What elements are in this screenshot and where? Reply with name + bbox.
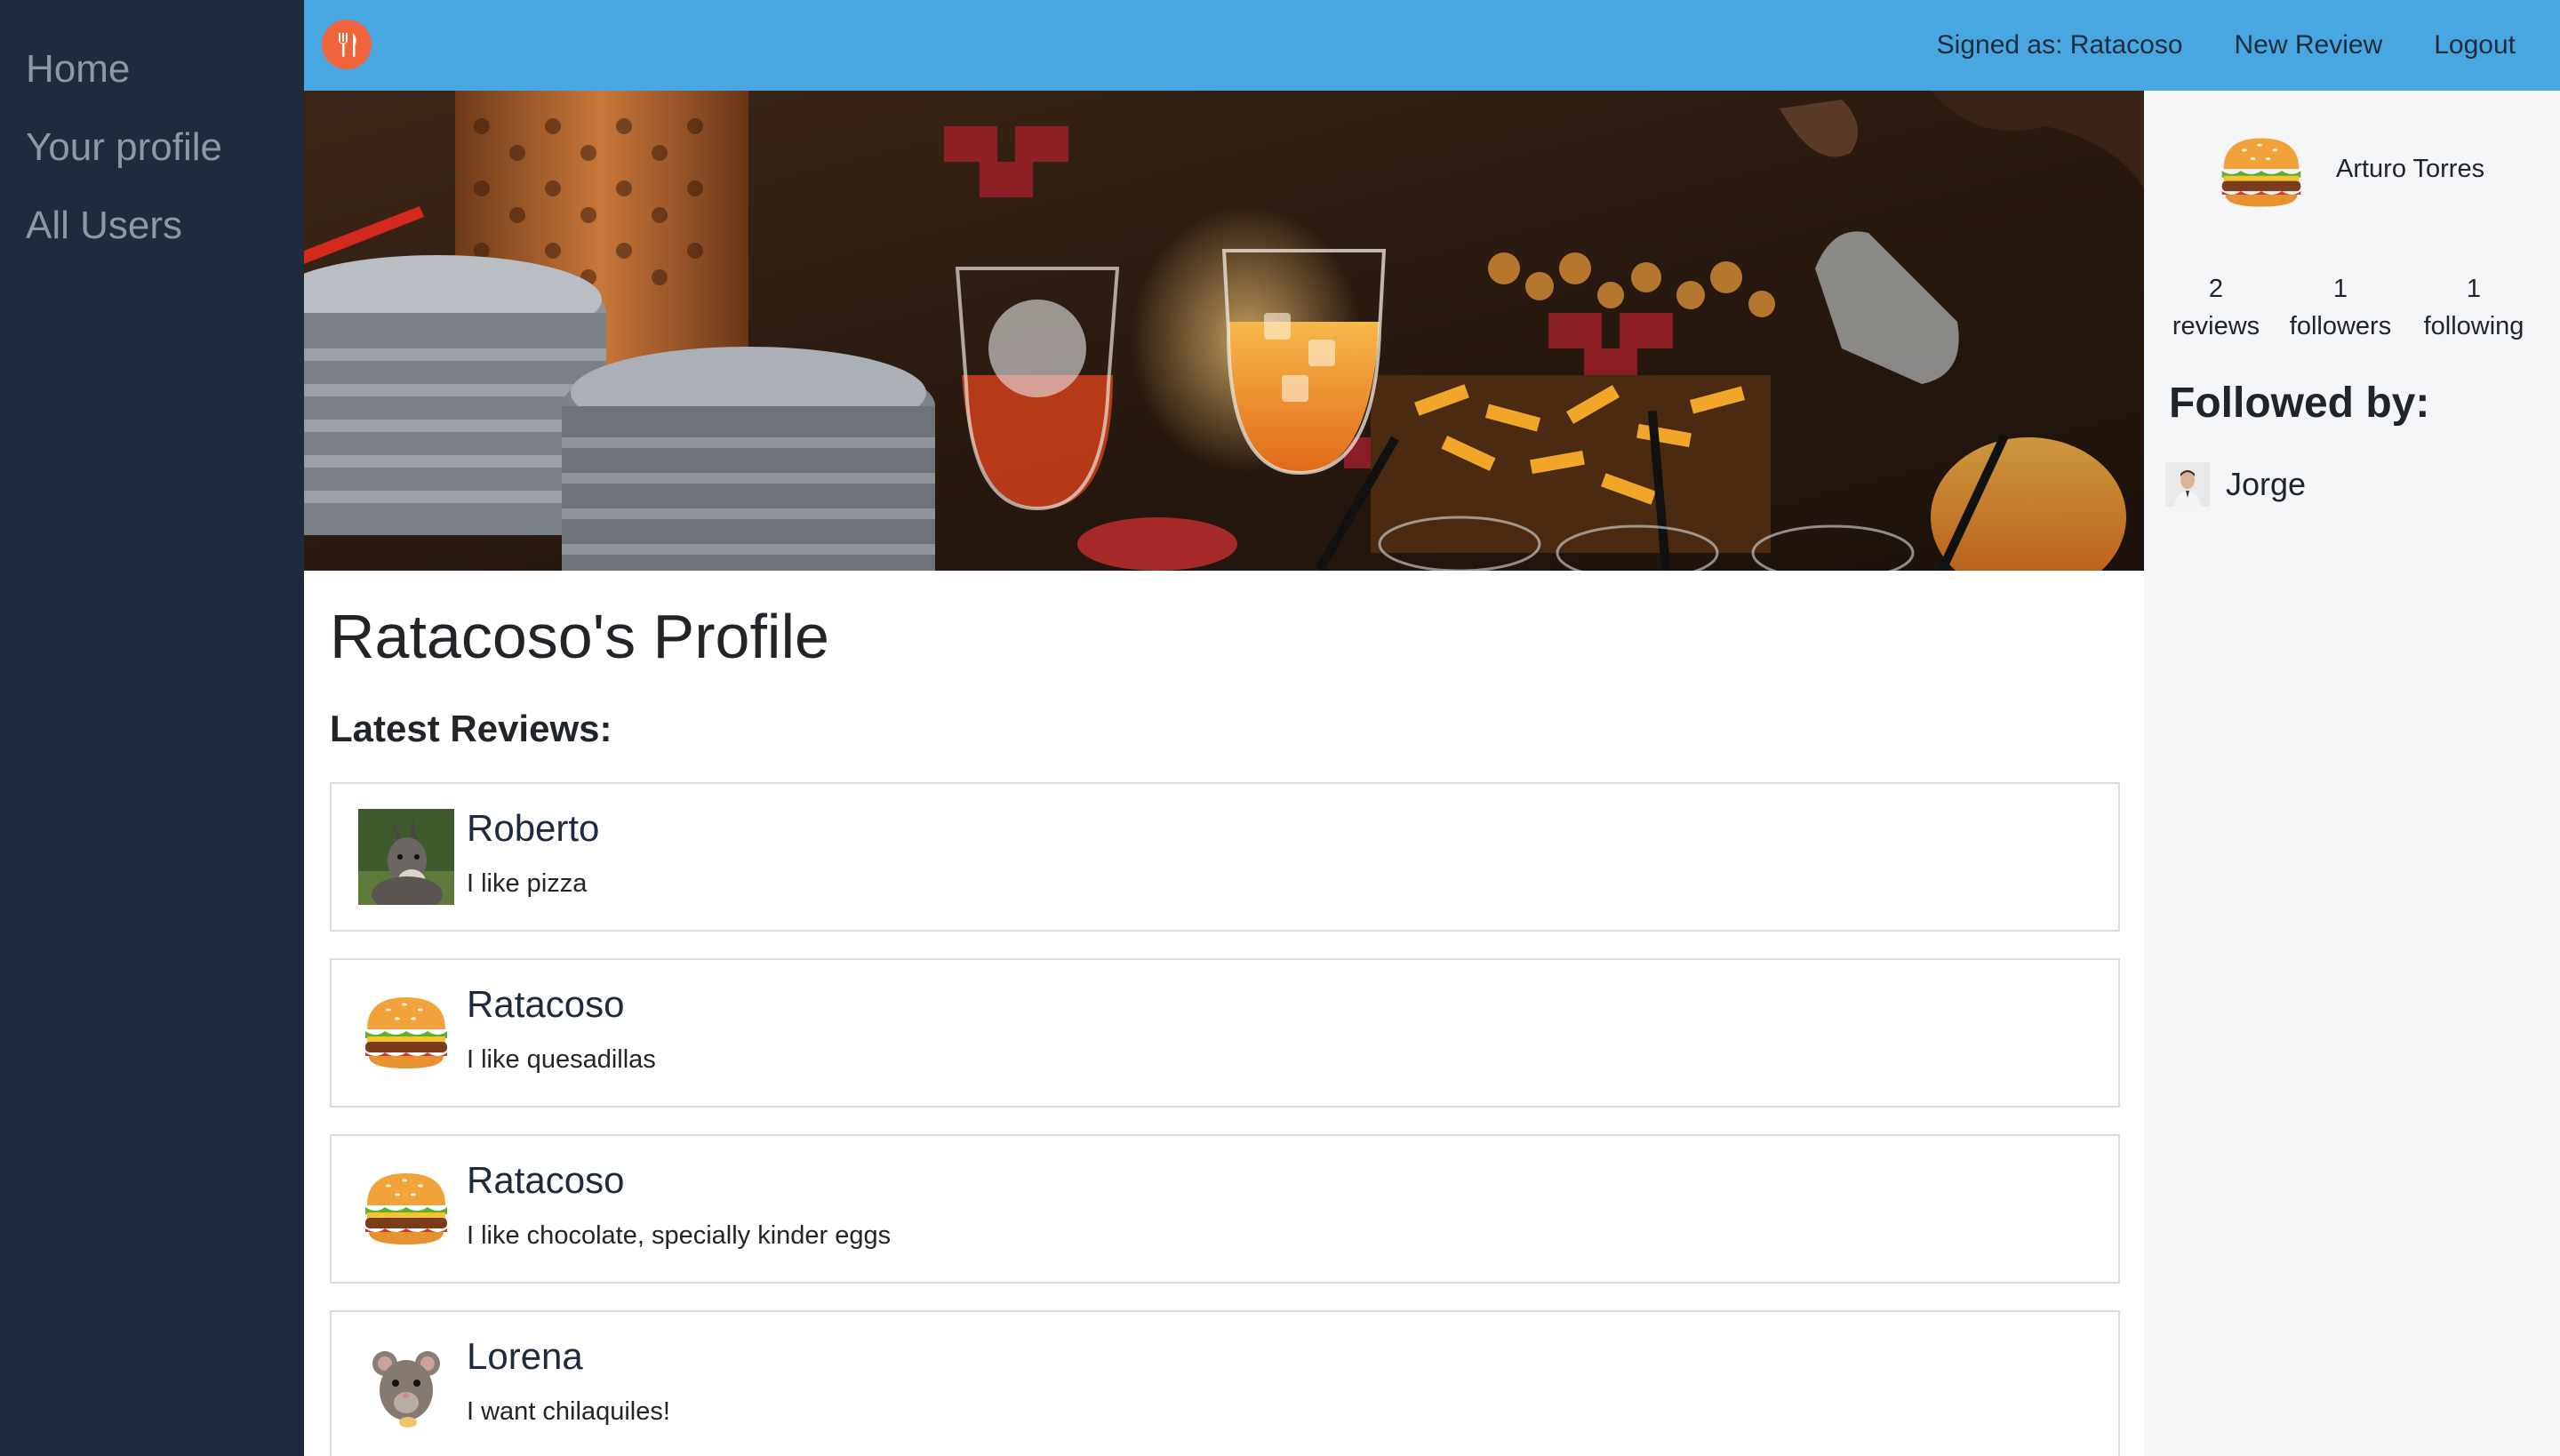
reviews-list: Roberto I like pizza Ratacoso I like que… [330,782,2120,1456]
logout-link[interactable]: Logout [2434,30,2516,60]
review-card[interactable]: Lorena I want chilaquiles! [330,1310,2120,1456]
sidebar-item-home[interactable]: Home [0,39,304,117]
hero-image [304,91,2144,571]
followed-by-heading: Followed by: [2169,380,2430,427]
review-author[interactable]: Roberto [467,807,599,850]
top-navbar: Signed as: Ratacoso New Review Logout [304,0,2560,91]
stat-label: following [2423,312,2524,340]
review-text: I want chilaquiles! [467,1397,670,1426]
review-card[interactable]: Ratacoso I like quesadillas [330,958,2120,1108]
page-title: Ratacoso's Profile [330,602,829,671]
signed-as-label: Signed as: Ratacoso [1936,30,2183,60]
person-avatar[interactable] [2165,462,2210,507]
stat-following[interactable]: 1 following [2416,270,2532,345]
review-text: I like quesadillas [467,1045,656,1074]
brand-logo[interactable] [322,20,372,69]
stat-label: followers [2289,312,2392,340]
follower-name[interactable]: Jorge [2226,466,2306,503]
follower-item[interactable]: Jorge [2165,462,2306,507]
sidebar: Home Your profile All Users [0,0,304,1456]
sidebar-item-your-profile[interactable]: Your profile [0,117,304,196]
burger-avatar[interactable] [358,985,454,1081]
user-card-panel: Arturo Torres 2 reviews 1 followers 1 fo… [2144,91,2560,1456]
review-text: I like pizza [467,869,588,898]
burger-avatar[interactable] [358,1161,454,1257]
stat-label: reviews [2172,312,2260,340]
mouse-avatar[interactable] [358,1337,454,1433]
burger-avatar [2215,126,2308,219]
review-card[interactable]: Roberto I like pizza [330,782,2120,932]
stat-followers[interactable]: 1 followers [2283,270,2398,345]
stat-value: 1 [2466,275,2482,303]
user-card-name: Arturo Torres [2336,155,2485,183]
fork-knife-icon [339,33,356,57]
main-content: Ratacoso's Profile Latest Reviews: Rober… [304,571,2144,1456]
review-author[interactable]: Lorena [467,1335,583,1378]
stat-value: 1 [2332,275,2348,303]
stat-value: 2 [2208,275,2224,303]
latest-reviews-heading: Latest Reviews: [330,708,612,749]
sidebar-item-all-users[interactable]: All Users [0,196,304,274]
new-review-link[interactable]: New Review [2235,30,2383,60]
review-card[interactable]: Ratacoso I like chocolate, specially kin… [330,1134,2120,1284]
review-text: I like chocolate, specially kinder eggs [467,1221,892,1250]
review-author[interactable]: Ratacoso [467,983,624,1026]
stat-reviews[interactable]: 2 reviews [2167,270,2265,345]
donkey-avatar[interactable] [358,809,454,905]
review-author[interactable]: Ratacoso [467,1159,624,1202]
